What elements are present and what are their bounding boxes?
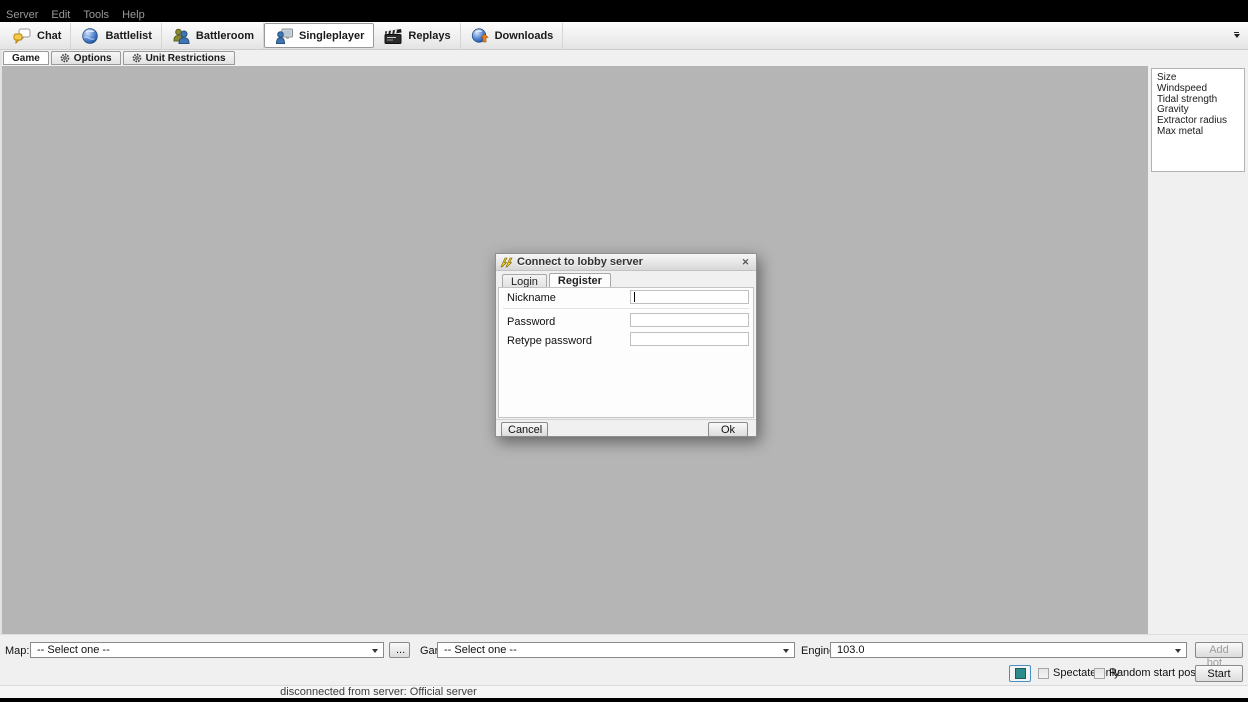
status-bar: disconnected from server: Official serve… [0, 685, 1248, 698]
nickname-label: Nickname [507, 292, 556, 304]
subtab-label: Game [12, 53, 40, 64]
chevron-down-icon [372, 649, 378, 653]
toolbar-tab-label: Replays [408, 30, 450, 42]
player-color-swatch [1015, 668, 1026, 679]
gear-icon [60, 53, 70, 63]
dialog-button-row: Cancel Ok [496, 419, 756, 437]
toolbar-tab-label: Chat [37, 30, 61, 42]
map-info-list: Size Windspeed Tidal strength Gravity Ex… [1151, 68, 1245, 172]
password-field[interactable] [630, 313, 749, 327]
dialog-tabs: Login Register [502, 273, 611, 288]
person-computer-icon [274, 27, 294, 44]
chat-icon [12, 27, 32, 44]
tab-register[interactable]: Register [549, 273, 611, 288]
dialog-title-bar[interactable]: Connect to lobby server ✕ [496, 254, 756, 271]
toolbar-tab-label: Battlelist [105, 30, 151, 42]
connection-status-text: disconnected from server: Official serve… [0, 686, 757, 698]
tab-unit-restrictions[interactable]: Unit Restrictions [123, 51, 235, 65]
map-label: Map: [5, 645, 29, 657]
menu-server[interactable]: Server [2, 8, 47, 22]
tab-login[interactable]: Login [502, 274, 547, 288]
spectate-only-checkbox[interactable] [1038, 668, 1049, 679]
cancel-button[interactable]: Cancel [501, 422, 548, 437]
toolbar-tab-label: Singleplayer [299, 30, 364, 42]
browse-map-button[interactable]: ... [389, 642, 410, 658]
connect-to-lobby-server-dialog: Connect to lobby server ✕ Login Register… [495, 253, 757, 437]
subtab-label: Unit Restrictions [146, 53, 226, 64]
close-icon[interactable]: ✕ [739, 257, 752, 268]
chevron-down-icon [783, 649, 789, 653]
menu-bar: Server Edit Tools Help [2, 7, 154, 22]
add-bot-button[interactable]: Add bot... [1195, 642, 1243, 658]
register-form: Nickname Password Retype password [498, 287, 754, 418]
lightning-icon [500, 257, 513, 268]
form-divider [503, 308, 749, 309]
bottom-bar: Map: -- Select one -- ... Game: -- Selec… [0, 634, 1248, 697]
globe-download-icon [470, 27, 490, 44]
gear-icon [132, 53, 142, 63]
chevron-down-icon [1234, 32, 1239, 33]
toolbar-tab-downloads[interactable]: Downloads [461, 23, 564, 49]
clapperboard-icon [383, 27, 403, 44]
subtab-label: Options [74, 53, 112, 64]
player-color-button[interactable] [1009, 665, 1031, 682]
toolbar-tab-label: Downloads [495, 30, 554, 42]
toolbar-overflow-button[interactable] [1232, 32, 1241, 41]
people-icon [171, 27, 191, 44]
toolbar-tab-label: Battleroom [196, 30, 254, 42]
map-details-panel: Size Windspeed Tidal strength Gravity Ex… [1148, 66, 1248, 634]
game-select-value: -- Select one -- [444, 644, 517, 656]
engine-select[interactable]: 103.0 [830, 642, 1187, 658]
toolbar-tab-replays[interactable]: Replays [374, 23, 460, 49]
dialog-title: Connect to lobby server [517, 256, 643, 268]
text-cursor [634, 292, 635, 302]
tab-options[interactable]: Options [51, 51, 121, 65]
retype-password-field[interactable] [630, 332, 749, 346]
map-select-value: -- Select one -- [37, 644, 110, 656]
game-select[interactable]: -- Select one -- [437, 642, 795, 658]
tab-game[interactable]: Game [3, 51, 49, 65]
engine-select-value: 103.0 [837, 644, 865, 656]
menu-edit[interactable]: Edit [47, 8, 79, 22]
singleplayer-subtabs: Game Options Unit Restri [3, 51, 235, 66]
password-label: Password [507, 316, 555, 328]
random-start-positions-checkbox[interactable] [1094, 668, 1105, 679]
main-toolbar: Chat Battlelist [0, 22, 1248, 50]
toolbar-tab-battleroom[interactable]: Battleroom [162, 23, 264, 49]
toolbar-tab-singleplayer[interactable]: Singleplayer [264, 23, 374, 48]
map-info-item: Windspeed [1157, 84, 1244, 95]
start-button[interactable]: Start [1195, 665, 1243, 682]
ok-button[interactable]: Ok [708, 422, 748, 437]
toolbar-tab-battlelist[interactable]: Battlelist [71, 23, 161, 49]
globe-icon [80, 27, 100, 44]
map-info-item: Max metal [1157, 127, 1244, 138]
map-select[interactable]: -- Select one -- [30, 642, 384, 658]
toolbar-tab-chat[interactable]: Chat [3, 23, 71, 49]
nickname-field[interactable] [630, 290, 749, 304]
retype-password-label: Retype password [507, 335, 592, 347]
menu-help[interactable]: Help [118, 8, 154, 22]
app-screen: Server Edit Tools Help Chat [0, 0, 1248, 702]
chevron-down-icon [1175, 649, 1181, 653]
menu-tools[interactable]: Tools [79, 8, 118, 22]
